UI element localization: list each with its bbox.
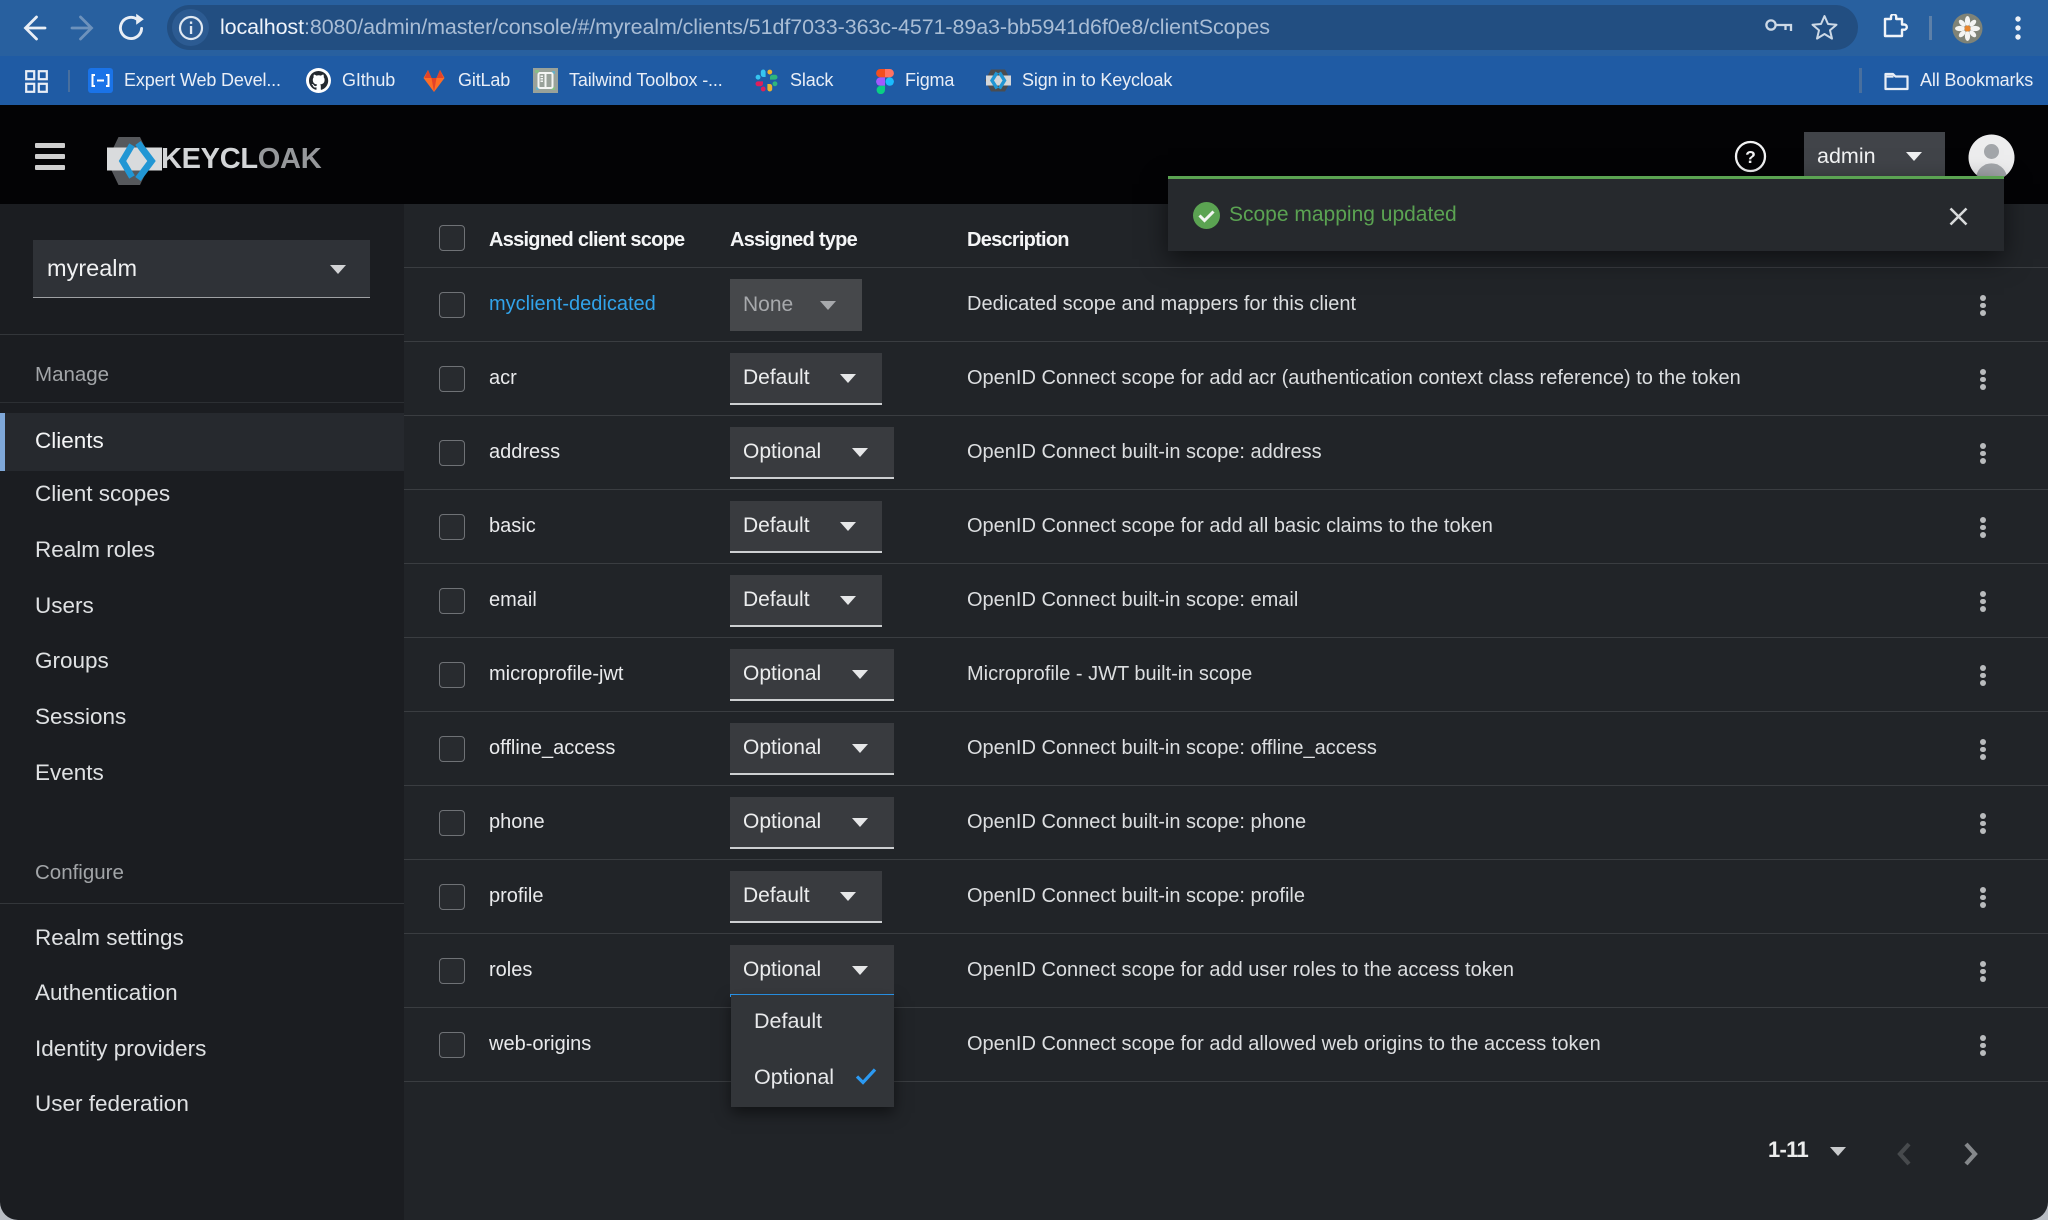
svg-text:?: ? <box>1745 147 1756 167</box>
